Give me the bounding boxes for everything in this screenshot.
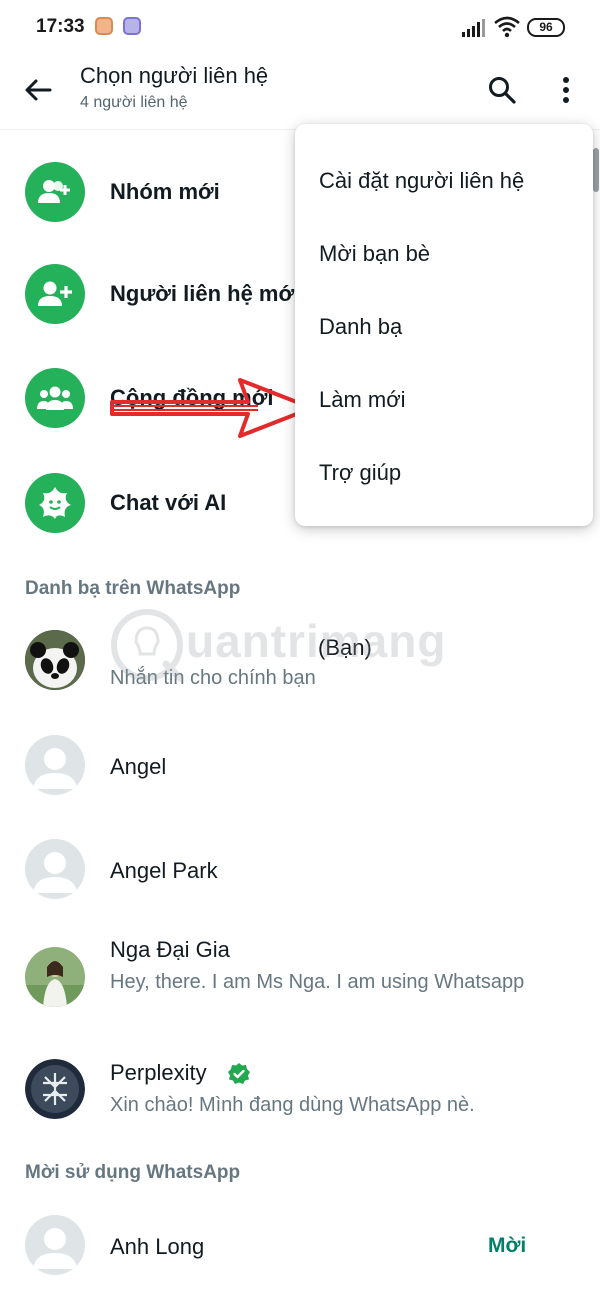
contact-name: Perplexity: [110, 1060, 207, 1085]
new-group-label: Nhóm mới: [110, 179, 220, 204]
new-contact-label: Người liên hệ mới: [110, 281, 301, 306]
contact-status: Hey, there. I am Ms Nga. I am using What…: [110, 971, 525, 993]
section-title-whatsapp-contacts: Danh bạ trên WhatsApp: [25, 578, 241, 599]
menu-item-contacts[interactable]: Danh bạ: [295, 294, 593, 360]
invite-button[interactable]: Mời: [488, 1234, 526, 1258]
annotation-arrow: [110, 378, 314, 438]
contact-name: Angel: [110, 754, 167, 779]
community-icon: [25, 368, 85, 428]
app-bar: Chọn người liên hệ 4 người liên hệ: [0, 56, 600, 130]
search-button[interactable]: [482, 70, 522, 110]
contact-status: Xin chào! Mình đang dùng WhatsApp nè.: [110, 1094, 475, 1116]
more-vertical-icon: [563, 77, 569, 103]
page-title: Chọn người liên hệ: [80, 63, 269, 88]
add-contact-icon: [25, 264, 85, 324]
default-avatar-icon: [25, 839, 85, 899]
contact-name: Anh Long: [110, 1234, 205, 1259]
contact-row-angel[interactable]: Angel: [0, 721, 600, 811]
arrow-left-icon: [25, 79, 52, 101]
contact-name: Nga Đại Gia: [110, 937, 230, 962]
default-avatar-icon: [25, 735, 85, 795]
status-time: 17:33: [36, 16, 85, 37]
cellular-signal-icon: [462, 19, 485, 37]
contact-row-perplexity[interactable]: Perplexity Xin chào! Mình đang dùng What…: [0, 1055, 600, 1145]
new-group-icon: [25, 162, 85, 222]
menu-item-contact-settings[interactable]: Cài đặt người liên hệ: [295, 148, 593, 214]
back-button[interactable]: [18, 70, 58, 110]
contact-count: 4 người liên hệ: [80, 94, 188, 111]
contact-row-angel-park[interactable]: Angel Park: [0, 825, 600, 915]
verified-badge-icon: [228, 1063, 250, 1084]
avatar-panda: [25, 630, 85, 690]
notification-app-icon: [95, 17, 113, 35]
status-bar: 17:33 96: [0, 0, 600, 56]
more-options-button[interactable]: [546, 70, 586, 110]
invite-row-anh-long[interactable]: Anh Long Mời: [0, 1200, 600, 1290]
contact-name: (Bạn): [318, 635, 372, 660]
search-icon: [489, 77, 516, 104]
viber-icon: [123, 17, 141, 35]
section-title-invite: Mời sử dụng WhatsApp: [25, 1162, 241, 1183]
battery-indicator: 96: [527, 18, 565, 37]
menu-item-invite-friends[interactable]: Mời bạn bè: [295, 221, 593, 287]
default-avatar-icon: [25, 1215, 85, 1275]
menu-item-help[interactable]: Trợ giúp: [295, 440, 593, 506]
perplexity-logo: [25, 1059, 85, 1119]
contact-row-self[interactable]: (Bạn) Nhắn tin cho chính bạn: [0, 615, 600, 705]
overflow-menu: Cài đặt người liên hệ Mời bạn bè Danh bạ…: [295, 124, 593, 526]
contact-status: Nhắn tin cho chính bạn: [110, 667, 316, 689]
contact-row-nga[interactable]: Nga Đại Gia Hey, there. I am Ms Nga. I a…: [0, 930, 600, 1030]
scrollbar-thumb[interactable]: [593, 148, 599, 192]
avatar-photo: [25, 947, 85, 1007]
menu-item-refresh[interactable]: Làm mới: [295, 367, 593, 433]
ai-chat-label: Chat với AI: [110, 490, 227, 515]
wifi-icon: [494, 16, 520, 38]
contact-name: Angel Park: [110, 858, 218, 883]
ai-chat-icon: [25, 473, 85, 533]
